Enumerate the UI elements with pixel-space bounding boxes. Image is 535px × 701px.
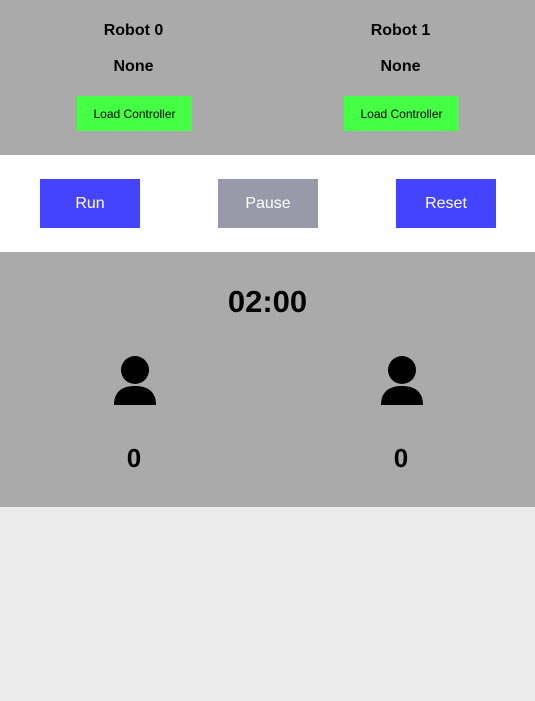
- person-icon: [381, 356, 423, 405]
- simulation-controls: Run Pause Reset: [0, 155, 535, 252]
- reset-button[interactable]: Reset: [396, 179, 496, 228]
- match-timer: 02:00: [227, 284, 308, 319]
- robots-panel: Robot 0 None Load Controller Robot 1 Non…: [0, 0, 535, 155]
- robot-0-name: Robot 0: [103, 22, 164, 39]
- scoreboard-panel: 02:00 0 0: [0, 252, 535, 507]
- run-button[interactable]: Run: [40, 179, 140, 228]
- robot-1-load-controller-button[interactable]: Load Controller: [344, 96, 459, 131]
- robot-1-controller-name: None: [380, 58, 421, 75]
- robot-0-load-controller-button[interactable]: Load Controller: [77, 96, 192, 131]
- robot-1-score: 0: [393, 443, 409, 473]
- robot-0-score: 0: [126, 443, 142, 473]
- robot-0-column: Robot 0 None Load Controller: [0, 0, 267, 155]
- person-icon: [114, 356, 156, 405]
- robot-0-controller-name: None: [113, 58, 154, 75]
- robot-1-name: Robot 1: [370, 22, 431, 39]
- robot-1-column: Robot 1 None Load Controller: [267, 0, 534, 155]
- app-root: Robot 0 None Load Controller Robot 1 Non…: [0, 0, 535, 701]
- pause-button[interactable]: Pause: [218, 179, 318, 228]
